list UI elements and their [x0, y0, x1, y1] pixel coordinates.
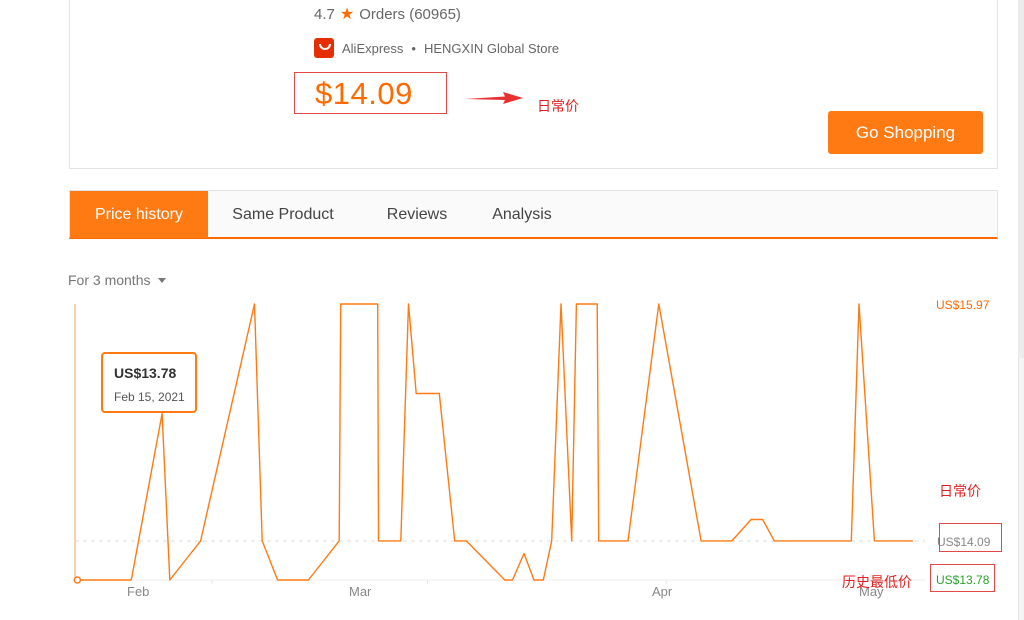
- x-tick-label-mar: Mar: [349, 584, 372, 599]
- series-start-marker: [73, 576, 82, 584]
- y-label-max: US$15.97: [936, 298, 990, 312]
- x-tick-label-apr: Apr: [652, 584, 673, 599]
- chart-tooltip: US$13.78 Feb 15, 2021: [101, 352, 197, 413]
- tooltip-date: Feb 15, 2021: [114, 390, 185, 404]
- current-price-annotation-box: [939, 523, 1002, 552]
- annotation-daily-price-chart: 日常价: [939, 483, 981, 499]
- price-line: [77, 303, 913, 581]
- price-history-chart: [73, 303, 925, 584]
- x-tick-label-feb: Feb: [127, 584, 150, 599]
- tooltip-price: US$13.78: [114, 365, 177, 381]
- lowest-price-annotation-box: [930, 564, 995, 592]
- annotation-lowest-price: 历史最低价: [842, 574, 912, 590]
